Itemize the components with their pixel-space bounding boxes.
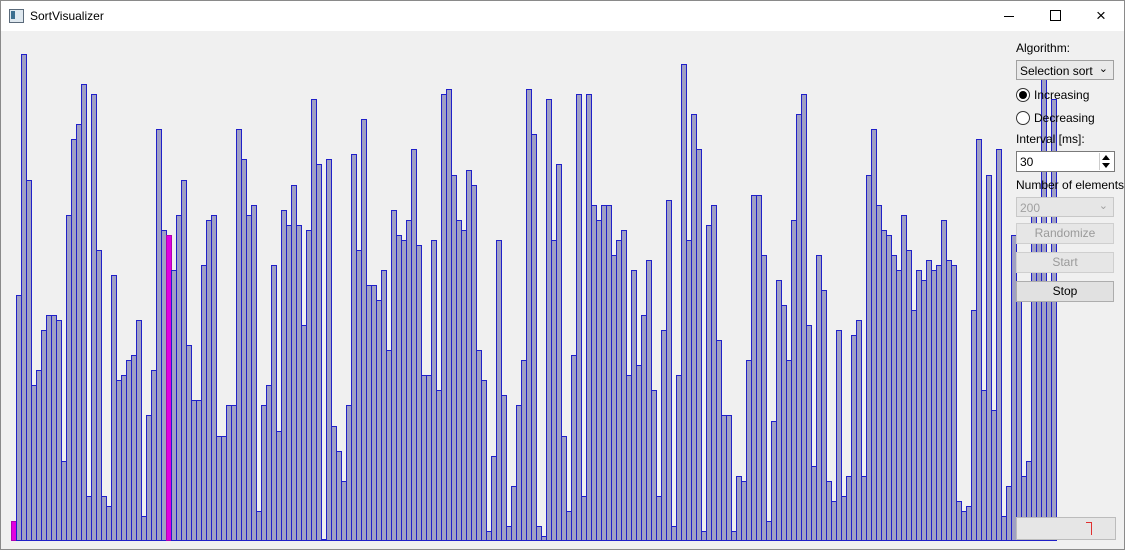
elements-select[interactable]: 200 ⌄ [1016, 197, 1114, 217]
sort-bar [81, 84, 87, 541]
progress-bar [1016, 517, 1116, 540]
decreasing-radio[interactable] [1016, 111, 1030, 125]
title-bar: SortVisualizer × [1, 1, 1124, 31]
sort-bar [531, 134, 537, 541]
progress-marker [1086, 522, 1092, 535]
sort-bar [136, 320, 142, 541]
window-title: SortVisualizer [30, 9, 104, 23]
sort-bar [696, 149, 702, 541]
sort-bar [726, 415, 732, 541]
spin-arrows[interactable] [1099, 153, 1113, 170]
sort-bar [481, 380, 487, 541]
algorithm-select[interactable]: Selection sort ⌄ [1016, 60, 1114, 80]
maximize-icon [1050, 10, 1061, 21]
chevron-down-icon: ⌄ [1098, 63, 1108, 75]
sort-bar [761, 255, 767, 541]
sort-bar [316, 164, 322, 541]
minimize-button[interactable] [986, 1, 1032, 31]
minimize-icon [1004, 16, 1014, 17]
close-button[interactable]: × [1078, 1, 1124, 31]
sort-bar [501, 395, 507, 541]
interval-spinbox[interactable]: 30 [1016, 151, 1115, 172]
main-window: SortVisualizer × Algorithm: Selection so… [0, 0, 1125, 550]
randomize-button[interactable]: Randomize [1016, 223, 1114, 244]
start-button[interactable]: Start [1016, 252, 1114, 273]
algorithm-value: Selection sort [1020, 64, 1093, 78]
close-icon: × [1096, 6, 1106, 25]
spin-up-icon[interactable] [1102, 155, 1110, 160]
app-window-icon [9, 9, 24, 23]
stop-button[interactable]: Stop [1016, 281, 1114, 302]
increasing-radio[interactable] [1016, 88, 1030, 102]
sort-bar [576, 94, 582, 541]
sort-bar [951, 265, 957, 541]
visualization-canvas [11, 39, 1057, 541]
decreasing-label[interactable]: Decreasing [1034, 111, 1095, 125]
interval-value: 30 [1020, 155, 1034, 169]
sort-bar [251, 205, 257, 541]
maximize-button[interactable] [1032, 1, 1078, 31]
sort-bar [996, 149, 1002, 541]
elements-label: Number of elements: [1016, 178, 1125, 192]
sort-bar [666, 200, 672, 541]
elements-value: 200 [1020, 201, 1041, 215]
spin-down-icon[interactable] [1102, 163, 1110, 168]
increasing-label[interactable]: Increasing [1034, 88, 1089, 102]
interval-label: Interval [ms]: [1016, 132, 1085, 146]
algorithm-label: Algorithm: [1016, 41, 1071, 55]
chevron-down-icon: ⌄ [1098, 200, 1108, 212]
